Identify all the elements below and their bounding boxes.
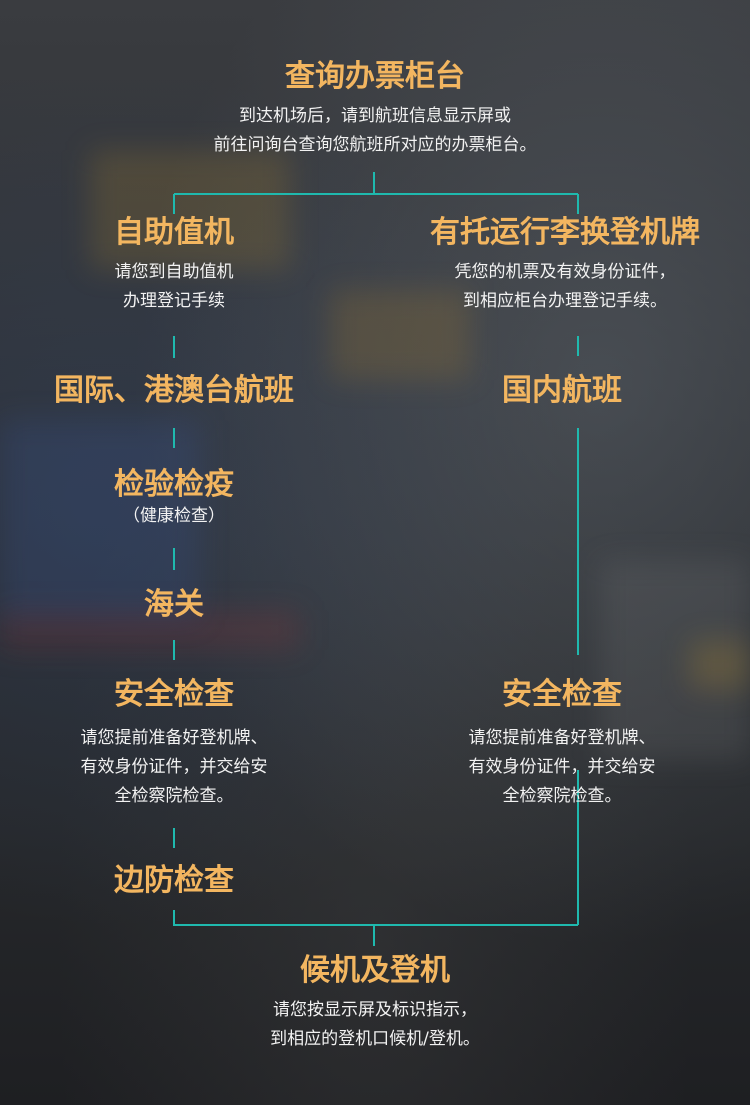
step-quarantine: 检验检疫 （健康检查） <box>44 466 304 528</box>
step-intl-flights: 国际、港澳台航班 <box>14 372 334 410</box>
step-desc-line: 请您到自助值机 <box>114 262 234 282</box>
connector-bottom-merge <box>173 910 578 946</box>
step-title: 候机及登机 <box>300 953 450 988</box>
flow-connector-lines <box>173 172 579 946</box>
step-title: 安全检查 <box>502 677 622 712</box>
step-desc-line: 请您提前准备好登机牌、 <box>80 728 268 748</box>
step-desc-line: 到相应柜台办理登记手续。 <box>463 291 667 311</box>
step-desc-line: 办理登记手续 <box>123 291 225 311</box>
step-title: 国际、港澳台航班 <box>54 373 294 408</box>
step-title: 边防检查 <box>114 863 234 898</box>
step-desc-line: 请您提前准备好登机牌、 <box>468 728 656 748</box>
step-domestic-flights: 国内航班 <box>432 372 692 410</box>
step-desc-line: 凭您的机票及有效身份证件， <box>454 262 676 282</box>
step-desc-line: 全检察院检查。 <box>114 786 234 806</box>
step-boarding: 候机及登机 请您按显示屏及标识指示， 到相应的登机口候机/登机。 <box>200 952 550 1054</box>
step-customs: 海关 <box>44 586 304 624</box>
step-title: 国内航班 <box>502 373 622 408</box>
step-security-domestic: 安全检查 请您提前准备好登机牌、 有效身份证件，并交给安 全检察院检查。 <box>412 676 712 811</box>
step-title: 自助值机 <box>114 215 234 250</box>
step-security-intl: 安全检查 请您提前准备好登机牌、 有效身份证件，并交给安 全检察院检查。 <box>24 676 324 811</box>
step-baggage-checkin: 有托运行李换登机牌 凭您的机票及有效身份证件， 到相应柜台办理登记手续。 <box>400 214 730 316</box>
step-title: 有托运行李换登机牌 <box>430 215 700 250</box>
step-border-control: 边防检查 <box>44 862 304 900</box>
step-title: 检验检疫 <box>114 467 234 502</box>
step-desc-line: 到达机场后，请到航班信息显示屏或 <box>239 106 511 126</box>
step-title: 安全检查 <box>114 677 234 712</box>
step-desc-line: 全检察院检查。 <box>502 786 622 806</box>
step-desc-line: 有效身份证件，并交给安 <box>80 757 268 777</box>
step-title: 海关 <box>144 587 204 622</box>
step-desc-line: 请您按显示屏及标识指示， <box>273 1000 477 1020</box>
step-find-checkin-counter: 查询办票柜台 到达机场后，请到航班信息显示屏或 前往问询台查询您航班所对应的办票… <box>175 58 575 160</box>
step-desc-line: 前往问询台查询您航班所对应的办票柜台。 <box>213 135 537 155</box>
step-desc-line: 到相应的登机口候机/登机。 <box>270 1029 480 1049</box>
step-sub: （健康检查） <box>123 506 225 526</box>
step-title: 查询办票柜台 <box>285 59 465 94</box>
step-desc-line: 有效身份证件，并交给安 <box>468 757 656 777</box>
connector-top-branch <box>173 172 579 214</box>
step-self-checkin: 自助值机 请您到自助值机 办理登记手续 <box>44 214 304 316</box>
